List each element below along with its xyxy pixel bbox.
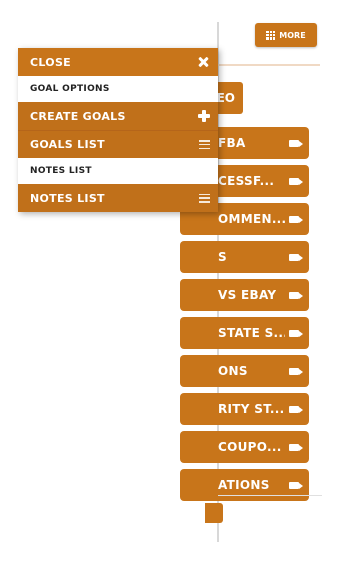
list-item-label: OMMEN...: [218, 212, 285, 226]
list-item[interactable]: STATE S...: [180, 317, 309, 349]
video-camera-icon: [289, 481, 303, 489]
more-button[interactable]: MORE: [255, 23, 317, 47]
goals-list-label: GOALS LIST: [30, 138, 105, 151]
grid-icon: [266, 30, 276, 40]
list-item-label: COUPO...: [218, 440, 282, 454]
video-camera-icon: [289, 215, 303, 223]
list-item[interactable]: S: [180, 241, 309, 273]
create-goals-button[interactable]: CREATE GOALS: [18, 102, 218, 130]
notes-list-header-label: NOTES LIST: [30, 166, 92, 176]
list-item-label: STATE S...: [218, 326, 285, 340]
notes-list-header: NOTES LIST: [18, 158, 218, 184]
footer-divider: [218, 495, 322, 496]
notes-list-button[interactable]: NOTES LIST: [18, 184, 218, 212]
video-button-label: EO: [216, 91, 235, 105]
goals-list-button[interactable]: GOALS LIST: [18, 130, 218, 158]
more-button-label: MORE: [279, 30, 306, 40]
plus-icon: [198, 110, 210, 122]
video-camera-icon: [289, 405, 303, 413]
list-item-label: RITY ST...: [218, 402, 285, 416]
notes-list-label: NOTES LIST: [30, 191, 105, 205]
list-item-label: ONS: [218, 364, 248, 378]
list-item-label: FBA: [218, 136, 246, 150]
goal-options-header: GOAL OPTIONS: [18, 76, 218, 102]
list-item-label: CESSF...: [218, 174, 275, 188]
video-camera-icon: [289, 177, 303, 185]
close-label: CLOSE: [30, 55, 71, 69]
list-icon: [199, 140, 210, 149]
list-item-label: VS EBAY: [218, 288, 277, 302]
list-item[interactable]: VS EBAY: [180, 279, 309, 311]
video-camera-icon: [289, 329, 303, 337]
partial-button[interactable]: [205, 503, 223, 523]
create-goals-label: CREATE GOALS: [30, 109, 126, 123]
list-item-label: S: [218, 250, 227, 264]
header-divider: [218, 64, 320, 66]
video-camera-icon: [289, 253, 303, 261]
side-drawer: CLOSE GOAL OPTIONS CREATE GOALS GOALS LI…: [18, 48, 218, 212]
list-item[interactable]: ONS: [180, 355, 309, 387]
list-item-label: ATIONS: [218, 478, 270, 492]
video-camera-icon: [289, 139, 303, 147]
video-camera-icon: [289, 443, 303, 451]
goal-options-label: GOAL OPTIONS: [30, 84, 110, 94]
close-icon: [196, 55, 210, 69]
list-icon: [199, 193, 210, 203]
list-item[interactable]: COUPO...: [180, 431, 309, 463]
video-camera-icon: [289, 291, 303, 299]
close-button[interactable]: CLOSE: [18, 48, 218, 76]
video-camera-icon: [289, 367, 303, 375]
list-item[interactable]: ATIONS: [180, 469, 309, 501]
list-item[interactable]: RITY ST...: [180, 393, 309, 425]
